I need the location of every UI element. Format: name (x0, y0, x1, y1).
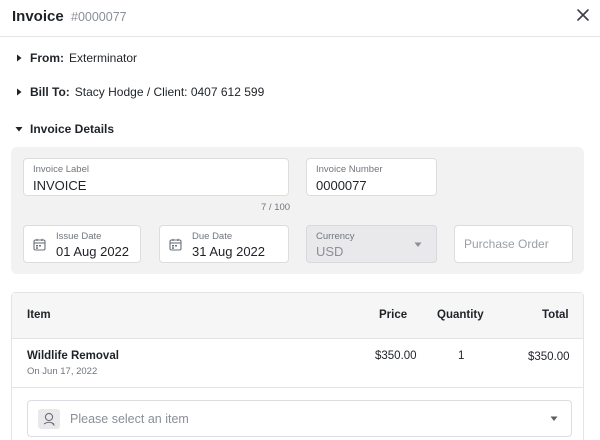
invoice-label-field[interactable]: Invoice Label INVOICE (23, 158, 289, 196)
item-name: Wildlife Removal (27, 350, 119, 362)
header-quantity: Quantity (437, 309, 484, 321)
close-icon[interactable] (574, 6, 592, 24)
invoice-label-counter: 7 / 100 (261, 202, 291, 213)
purchase-order-input[interactable]: Purchase Order (454, 225, 573, 263)
invoice-details-label: Invoice Details (30, 122, 115, 136)
modal-header: Invoice #0000077 (0, 0, 600, 37)
issue-date-value: 01 Aug 2022 (56, 244, 130, 259)
chevron-down-icon (414, 242, 422, 247)
invoice-number-field[interactable]: Invoice Number 0000077 (306, 158, 437, 196)
issue-date-field[interactable]: Issue Date 01 Aug 2022 (23, 225, 141, 263)
item-date: On Jun 17, 2022 (27, 366, 98, 377)
chevron-down-icon (550, 416, 558, 421)
item-price: $350.00 (375, 350, 417, 362)
item-icon (38, 409, 60, 429)
currency-select: Currency USD (306, 225, 437, 263)
due-date-label: Due Date (192, 231, 233, 242)
caret-right-icon (17, 54, 22, 62)
due-date-field[interactable]: Due Date 31 Aug 2022 (159, 225, 289, 263)
from-value: Exterminator (69, 51, 138, 65)
bill-to-label: Bill To: (30, 85, 70, 99)
invoice-number-value: 0000077 (316, 178, 367, 193)
page-title: Invoice (12, 8, 64, 25)
item-select[interactable]: Please select an item (27, 400, 572, 437)
table-header: Item Price Quantity Total (12, 293, 583, 339)
item-total: $350.00 (528, 351, 570, 363)
invoice-number-label: Invoice Number (316, 164, 383, 175)
issue-date-label: Issue Date (56, 231, 102, 242)
invoice-label-value: INVOICE (33, 178, 87, 193)
header-item: Item (27, 309, 51, 321)
bill-to-value: Stacy Hodge / Client: 0407 612 599 (74, 85, 265, 99)
item-quantity: 1 (458, 350, 465, 362)
due-date-value: 31 Aug 2022 (192, 244, 266, 259)
item-select-placeholder: Please select an item (70, 412, 189, 426)
calendar-icon (33, 238, 46, 251)
caret-right-icon (17, 88, 22, 96)
from-label: From: (30, 51, 64, 65)
table-row[interactable]: Wildlife Removal On Jun 17, 2022 $350.00… (12, 339, 583, 388)
invoice-details-panel: Invoice Label INVOICE 7 / 100 Invoice Nu… (11, 147, 584, 274)
caret-down-icon (15, 127, 23, 132)
invoice-label-label: Invoice Label (33, 164, 89, 175)
purchase-order-placeholder: Purchase Order (464, 237, 549, 251)
calendar-icon (169, 238, 182, 251)
from-row[interactable]: From: Exterminator (14, 48, 137, 68)
items-table: Item Price Quantity Total Wildlife Remov… (11, 292, 584, 440)
currency-value: USD (316, 244, 344, 259)
header-total: Total (542, 309, 569, 321)
bill-to-row[interactable]: Bill To: Stacy Hodge / Client: 0407 612 … (14, 82, 264, 102)
currency-label: Currency (316, 231, 355, 242)
invoice-id: #0000077 (71, 10, 127, 24)
invoice-details-row[interactable]: Invoice Details (14, 119, 119, 139)
header-price: Price (379, 309, 408, 321)
